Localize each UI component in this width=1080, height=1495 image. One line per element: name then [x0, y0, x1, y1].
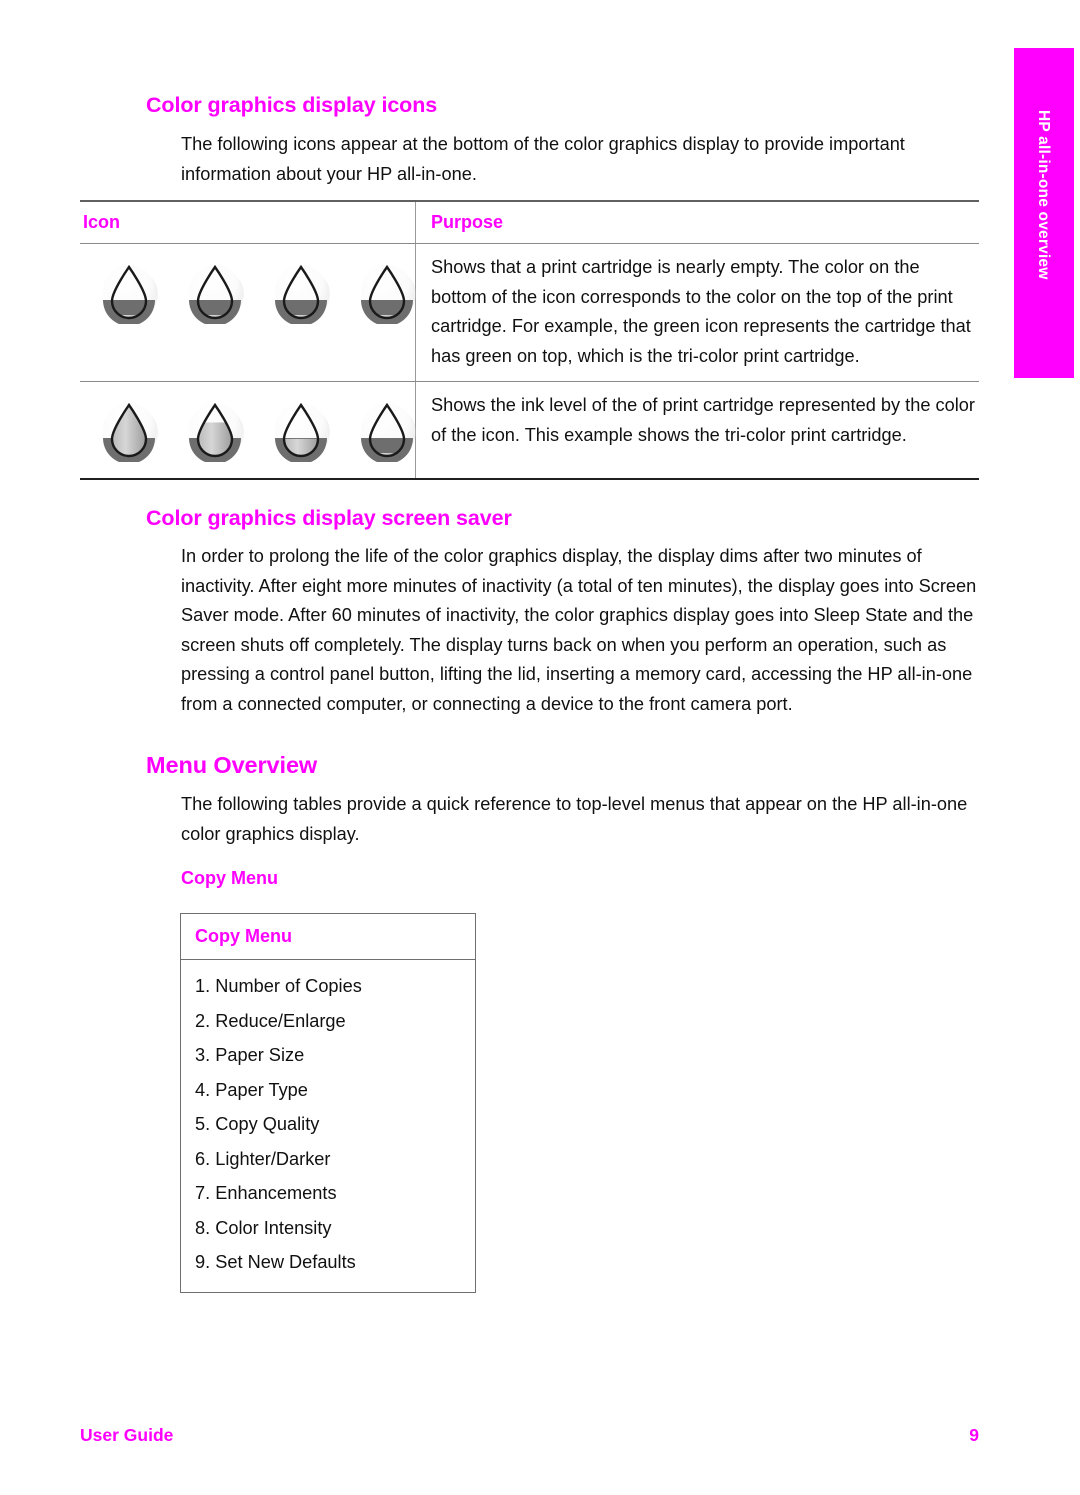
- ink-drop-icon: [268, 396, 334, 464]
- purpose-text: Shows the ink level of the of print cart…: [431, 395, 975, 445]
- subheading-copy-menu: Copy Menu: [181, 868, 278, 888]
- heading-screen-saver: Color graphics display screen saver: [146, 506, 512, 530]
- table-row: Shows the ink level of the of print cart…: [80, 382, 979, 478]
- paragraph-icons-intro: The following icons appear at the bottom…: [181, 134, 905, 184]
- ink-drop-icon-group: [80, 244, 416, 340]
- table-column-divider: [415, 202, 416, 243]
- copy-menu-item: 9. Set New Defaults: [195, 1252, 356, 1272]
- table-row: Shows that a print cartridge is nearly e…: [80, 244, 979, 381]
- copy-menu-item: 8. Color Intensity: [195, 1217, 332, 1238]
- cell-purpose-ink-level: Shows the ink level of the of print cart…: [415, 382, 979, 478]
- cell-icons-ink-level: [80, 382, 416, 478]
- table-bottom-rule: [80, 478, 979, 480]
- column-header-purpose: Purpose: [431, 212, 504, 232]
- paragraph-screen-saver: In order to prolong the life of the colo…: [181, 546, 977, 714]
- table-header-row: Icon Purpose: [80, 202, 979, 243]
- copy-menu-item: 5. Copy Quality: [195, 1114, 320, 1134]
- footer-page-number: 9: [969, 1425, 979, 1445]
- copy-menu-item: 6. Lighter/Darker: [195, 1148, 331, 1169]
- copy-menu-title: Copy Menu: [181, 914, 475, 960]
- ink-drop-icon-group: [80, 382, 416, 478]
- ink-drop-icon: [182, 258, 248, 326]
- ink-drop-icon: [354, 396, 420, 464]
- icon-purpose-table: Icon Purpose Shows that a print cartridg…: [80, 200, 979, 480]
- ink-drop-icon: [268, 258, 334, 326]
- cell-icons-nearly-empty: [80, 244, 416, 381]
- ink-drop-icon: [96, 258, 162, 326]
- copy-menu-item: 7. Enhancements: [195, 1183, 337, 1203]
- purpose-text: Shows that a print cartridge is nearly e…: [431, 257, 971, 366]
- heading-color-graphics-display-icons: Color graphics display icons: [146, 93, 438, 117]
- side-tab-label: HP all-in-one overview: [1035, 110, 1052, 280]
- heading-menu-overview: Menu Overview: [146, 752, 318, 778]
- copy-menu-item: 2. Reduce/Enlarge: [195, 1010, 346, 1031]
- cell-purpose-nearly-empty: Shows that a print cartridge is nearly e…: [415, 244, 979, 381]
- copy-menu-item: 4. Paper Type: [195, 1079, 308, 1100]
- page-footer: User Guide 9: [80, 1425, 979, 1446]
- ink-drop-icon: [182, 396, 248, 464]
- footer-document-title: User Guide: [80, 1425, 174, 1445]
- paragraph-menu-overview: The following tables provide a quick ref…: [181, 794, 968, 844]
- copy-menu-table: Copy Menu 1. Number of Copies 2. Reduce/E…: [180, 913, 476, 1293]
- header-cell-icon: Icon: [80, 202, 415, 243]
- page-content: Color graphics display icons The followi…: [0, 0, 1014, 1495]
- header-cell-purpose: Purpose: [415, 202, 979, 243]
- side-tab-hp-overview: HP all-in-one overview: [1014, 48, 1074, 378]
- ink-drop-icon: [96, 396, 162, 464]
- ink-drop-icon: [354, 258, 420, 326]
- column-header-icon: Icon: [83, 212, 121, 232]
- copy-menu-item-list: 1. Number of Copies 2. Reduce/Enlarge 3. P…: [181, 960, 475, 1292]
- copy-menu-item: 3. Paper Size: [195, 1045, 305, 1065]
- copy-menu-item: 1. Number of Copies: [195, 976, 362, 996]
